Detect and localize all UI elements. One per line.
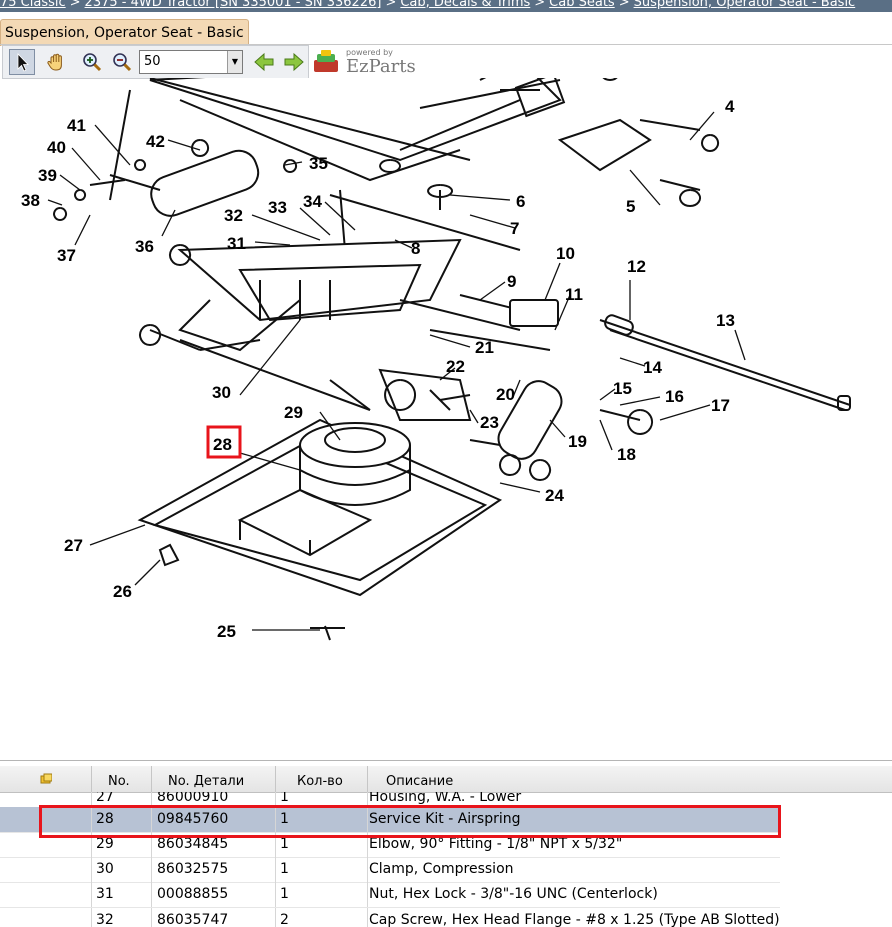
ezparts-logo-icon bbox=[314, 50, 338, 72]
callout-39[interactable]: 39 bbox=[38, 166, 57, 185]
row-no: 30 bbox=[92, 857, 152, 882]
callout-28[interactable]: 28 bbox=[213, 435, 232, 454]
row-qty: 1 bbox=[276, 857, 368, 882]
column-qty[interactable]: Кол-во bbox=[276, 766, 368, 792]
callout-37[interactable]: 37 bbox=[57, 246, 76, 265]
column-description[interactable]: Описание bbox=[368, 766, 892, 792]
row-desc: Clamp, Compression bbox=[369, 861, 514, 877]
row-part: 86035747 bbox=[152, 908, 276, 927]
row-icon-cell bbox=[0, 882, 92, 907]
callout-34[interactable]: 34 bbox=[303, 192, 322, 211]
callout-11[interactable]: 11 bbox=[565, 285, 583, 304]
callout-30[interactable]: 30 bbox=[212, 383, 231, 402]
breadcrumb-link-model[interactable]: 75 Classic bbox=[0, 0, 66, 10]
zoom-select[interactable]: ▼ bbox=[139, 50, 243, 74]
row-desc: Cap Screw, Hex Head Flange - #8 x 1.25 (… bbox=[369, 912, 780, 927]
logo-name: EzParts bbox=[346, 56, 416, 77]
cart-icon bbox=[40, 773, 53, 784]
breadcrumb-link-suspension[interactable]: Suspension, Operator Seat - Basic bbox=[634, 0, 856, 10]
callout-35[interactable]: 35 bbox=[309, 154, 328, 173]
zoom-in-icon[interactable] bbox=[79, 49, 105, 75]
table-row[interactable]: 30 86032575 1 Clamp, Compression bbox=[0, 857, 780, 883]
tab-suspension[interactable]: Suspension, Operator Seat - Basic bbox=[0, 19, 249, 46]
callout-8[interactable]: 8 bbox=[411, 239, 420, 258]
callout-12[interactable]: 12 bbox=[627, 257, 646, 276]
grid-header: No. No. Детали Кол-во Описание bbox=[0, 766, 892, 793]
callout-42[interactable]: 42 bbox=[146, 132, 165, 151]
table-row[interactable]: 32 86035747 2 Cap Screw, Hex Head Flange… bbox=[0, 908, 780, 927]
callout-22[interactable]: 22 bbox=[446, 357, 465, 376]
callout-17[interactable]: 17 bbox=[711, 396, 730, 415]
breadcrumb-link-cab[interactable]: Cab, Decals & Trims bbox=[400, 0, 530, 10]
breadcrumb: 75 Classic >2375 - 4WD Tractor [SN 335001… bbox=[0, 0, 892, 12]
breadcrumb-link-seats[interactable]: Cab Seats bbox=[549, 0, 615, 10]
hand-icon[interactable] bbox=[43, 49, 69, 75]
diagram-toolbar: ▼ bbox=[2, 45, 309, 79]
callout-41[interactable]: 41 bbox=[67, 116, 86, 135]
callout-40[interactable]: 40 bbox=[47, 138, 66, 157]
callout-29[interactable]: 29 bbox=[284, 403, 303, 422]
zoom-input[interactable] bbox=[140, 51, 228, 71]
row-icon-cell bbox=[0, 857, 92, 882]
row-part: 86032575 bbox=[152, 857, 276, 882]
callout-23[interactable]: 23 bbox=[480, 413, 499, 432]
callout-4[interactable]: 4 bbox=[725, 97, 735, 116]
callout-20[interactable]: 20 bbox=[496, 385, 515, 404]
callout-26[interactable]: 26 bbox=[113, 582, 132, 601]
callout-9[interactable]: 9 bbox=[507, 272, 516, 291]
callout-27[interactable]: 27 bbox=[64, 536, 83, 555]
arrow-right-icon[interactable] bbox=[281, 49, 307, 75]
callout-38[interactable]: 38 bbox=[21, 191, 40, 210]
callout-25[interactable]: 25 bbox=[217, 622, 236, 641]
callout-31[interactable]: 31 bbox=[227, 234, 246, 253]
callout-33[interactable]: 33 bbox=[268, 198, 287, 217]
ezparts-logo: powered by EzParts bbox=[312, 48, 422, 77]
table-row[interactable]: 31 00088855 1 Nut, Hex Lock - 3/8"-16 UN… bbox=[0, 882, 780, 908]
row-qty: 1 bbox=[276, 882, 368, 907]
callout-36[interactable]: 36 bbox=[135, 237, 154, 256]
row-no: 32 bbox=[92, 908, 152, 927]
row-desc: Nut, Hex Lock - 3/8"-16 UNC (Centerlock) bbox=[369, 886, 658, 902]
callout-6[interactable]: 6 bbox=[516, 192, 525, 211]
parts-grid: No. No. Детали Кол-во Описание 27 860009… bbox=[0, 760, 892, 927]
callout-15[interactable]: 15 bbox=[613, 379, 632, 398]
callout-21[interactable]: 21 bbox=[475, 338, 494, 357]
arrow-left-icon[interactable] bbox=[251, 49, 277, 75]
zoom-out-icon[interactable] bbox=[109, 49, 135, 75]
row-no: 31 bbox=[92, 882, 152, 907]
callout-10[interactable]: 10 bbox=[556, 244, 575, 263]
chevron-down-icon[interactable]: ▼ bbox=[227, 51, 242, 73]
callout-14[interactable]: 14 bbox=[643, 358, 662, 377]
callout-32[interactable]: 32 bbox=[224, 206, 243, 225]
callout-13[interactable]: 13 bbox=[716, 311, 735, 330]
callout-19[interactable]: 19 bbox=[568, 432, 587, 451]
column-icon[interactable] bbox=[0, 766, 92, 792]
callout-18[interactable]: 18 bbox=[617, 445, 636, 464]
row-icon-cell bbox=[0, 908, 92, 927]
row-qty: 2 bbox=[276, 908, 368, 927]
breadcrumb-link-tractor[interactable]: 2375 - 4WD Tractor [SN 335001 - SN 33622… bbox=[85, 0, 382, 10]
callout-5[interactable]: 5 bbox=[626, 197, 635, 216]
column-part-number[interactable]: No. Детали bbox=[152, 766, 276, 792]
callout-24[interactable]: 24 bbox=[545, 486, 564, 505]
pointer-icon[interactable] bbox=[9, 49, 35, 75]
row-part: 00088855 bbox=[152, 882, 276, 907]
callout-7[interactable]: 7 bbox=[510, 219, 519, 238]
row-highlight-box bbox=[39, 805, 781, 838]
parts-diagram: 4 5 6 7 8 9 10 11 12 13 14 15 16 17 18 19 20 21 22 23 24 25 26… bbox=[21, 78, 851, 641]
callout-16[interactable]: 16 bbox=[665, 387, 684, 406]
column-no[interactable]: No. bbox=[92, 766, 152, 792]
